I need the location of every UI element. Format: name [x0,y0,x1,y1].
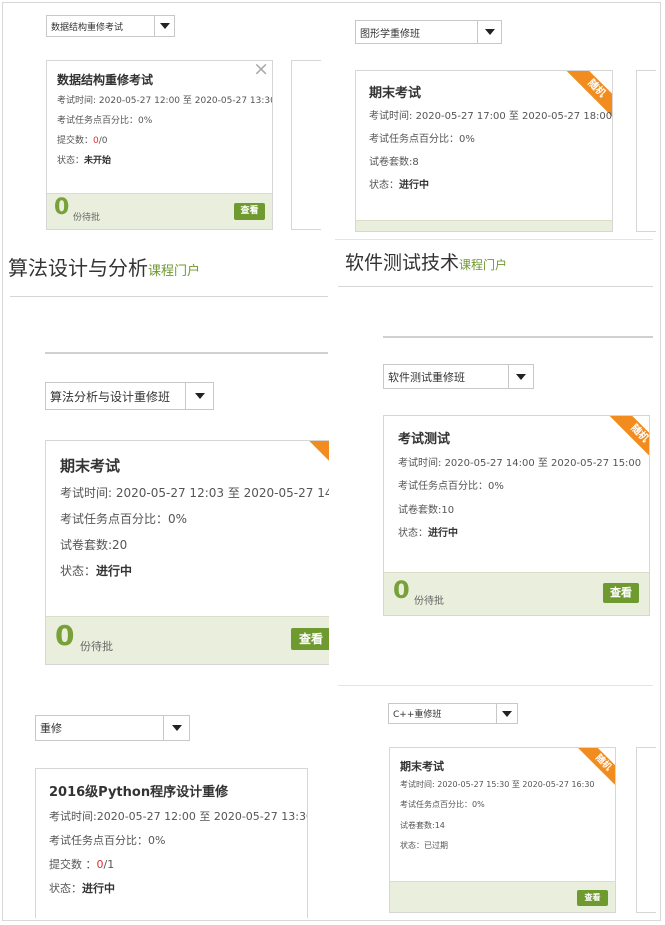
exam-status: 状态：进行中 [49,882,115,895]
course-title-a[interactable]: 算法设计与分析课程门户 [8,252,200,281]
pending-count: 0 [54,195,70,220]
divider [338,685,653,686]
course-name: 软件测试技术 [345,252,460,274]
class-select-value: 算法分析与设计重修班 [50,389,171,404]
pending-count: 0 [393,576,410,604]
exam-status: 状态：进行中 [60,564,133,578]
divider [45,352,328,354]
exam-paper-count: 试卷套数:10 [398,505,455,516]
exam-title: 期末考试 [60,457,121,475]
exam-percent: 考试任务点百分比：0% [57,116,153,126]
class-select-value: C++重修班 [393,710,442,720]
card-footer: 0 份待批 查看 [46,616,329,664]
class-select-2[interactable]: 图形学重修班 [355,20,502,44]
exam-percent: 考试任务点百分比：0% [369,134,475,145]
exam-submit-count: 提交数：0/0 [57,136,108,146]
class-select-1[interactable]: 数据结构重修考试 [46,15,175,37]
exam-status: 状态：未开始 [57,156,112,166]
exam-time: 考试时间: 2020-05-27 15:30 至 2020-05-27 16:3… [400,780,595,789]
exam-percent: 考试任务点百分比：0% [60,512,188,526]
exam-percent: 考试任务点百分比：0% [400,800,485,809]
view-button[interactable]: 查看 [577,890,608,906]
exam-status: 状态：已过期 [400,841,448,850]
next-card-edge [636,747,656,913]
class-select-3[interactable]: 算法分析与设计重修班 [45,382,214,410]
exam-percent: 考试任务点百分比：0% [398,481,504,492]
exam-title: 期末考试 [400,760,444,773]
exam-paper-count: 试卷套数:14 [400,821,445,830]
card-footer: 0 份待批 查看 [47,193,272,229]
exam-time: 考试时间: 2020-05-27 14:00 至 2020-05-27 15:0… [398,458,642,469]
class-select-value: 数据结构重修考试 [51,22,124,33]
course-name: 算法设计与分析 [8,256,148,280]
exam-time: 考试时间: 2020-05-27 12:03 至 2020-05-27 14:3… [60,486,329,500]
class-select-value: 图形学重修班 [360,28,420,40]
next-card-edge [291,60,321,230]
card-footer: 查看 [390,881,615,912]
class-select-4[interactable]: 软件测试重修班 [383,364,534,389]
close-icon[interactable]: × [253,61,269,80]
exam-time: 考试时间: 2020-05-27 17:00 至 2020-05-27 18:0… [369,111,613,122]
chevron-down-icon[interactable] [163,716,189,740]
class-select-value: 重修 [40,722,62,735]
exam-time: 考试时间: 2020-05-27 12:00 至 2020-05-27 13:3… [57,96,273,106]
exam-status: 状态：进行中 [398,528,458,539]
chevron-down-icon[interactable] [154,16,174,36]
pending-label: 份待批 [73,213,101,223]
pending-label: 份待批 [80,640,113,653]
exam-status: 状态：进行中 [369,180,429,191]
exam-submit-count: 提交数 ：0/1 [49,858,115,871]
chevron-down-icon[interactable] [185,383,213,409]
exam-title: 数据结构重修考试 [57,73,154,87]
exam-card-1[interactable]: × 数据结构重修考试 考试时间: 2020-05-27 12:00 至 2020… [46,60,273,230]
chevron-down-icon[interactable] [508,365,533,388]
exam-paper-count: 试卷套数:8 [369,157,419,168]
exam-paper-count: 试卷套数:20 [60,538,128,552]
view-button[interactable]: 查看 [234,203,265,220]
exam-card-6[interactable]: 随机 期末考试 考试时间: 2020-05-27 15:30 至 2020-05… [389,747,616,913]
class-select-value: 软件测试重修班 [388,370,465,384]
class-select-6[interactable]: C++重修班 [388,703,518,724]
pending-label: 份待批 [414,596,444,607]
chevron-down-icon[interactable] [477,21,501,43]
course-portal-link[interactable]: 课程门户 [459,258,507,272]
card-footer: 0 份待批 查看 [384,572,649,615]
exam-title: 2016级Python程序设计重修 [49,785,229,800]
class-select-5[interactable]: 重修 [35,715,190,741]
exam-card-4[interactable]: 随机 考试测试 考试时间: 2020-05-27 14:00 至 2020-05… [383,415,650,616]
divider [383,336,653,338]
exam-percent: 考试任务点百分比：0% [49,834,166,847]
view-button[interactable]: 查看 [603,583,639,603]
exam-card-5[interactable]: 2016级Python程序设计重修 考试时间:2020-05-27 12:00 … [35,768,308,918]
exam-time: 考试时间:2020-05-27 12:00 至 2020-05-27 13:30 [49,810,308,823]
course-portal-link[interactable]: 课程门户 [148,264,200,279]
divider [10,296,328,297]
card-footer [356,220,612,231]
divider [338,286,653,287]
exam-card-2[interactable]: 随机 期末考试 考试时间: 2020-05-27 17:00 至 2020-05… [355,70,613,232]
exam-title: 期末考试 [369,86,422,101]
exam-card-3[interactable]: 随机 期末考试 考试时间: 2020-05-27 12:03 至 2020-05… [45,440,329,665]
pending-count: 0 [55,619,75,652]
course-title-b[interactable]: 软件测试技术课程门户 [345,248,507,275]
chevron-down-icon[interactable] [496,704,517,723]
divider [335,239,653,240]
view-button[interactable]: 查看 [291,628,329,650]
next-card-edge [636,70,656,232]
exam-title: 考试测试 [398,432,451,447]
